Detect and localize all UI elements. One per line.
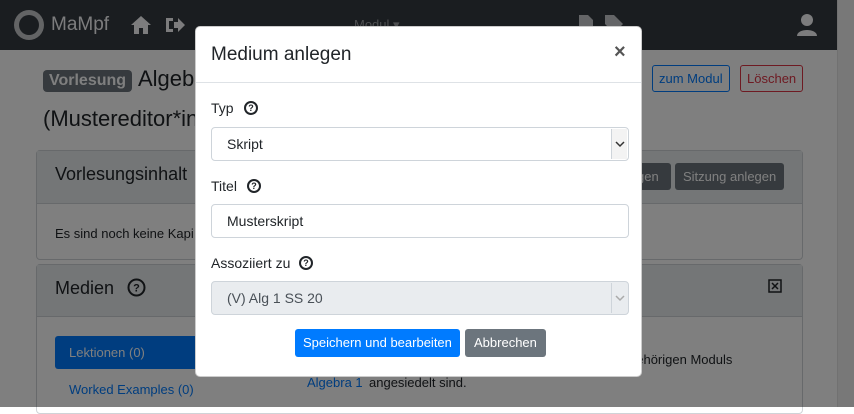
help-icon[interactable]: ? <box>244 101 258 115</box>
type-select-value: Skript <box>227 136 263 152</box>
type-select[interactable]: Skript <box>211 127 629 161</box>
associated-label: Assoziiert zu <box>211 255 291 271</box>
title-label: Titel <box>211 178 237 194</box>
title-input[interactable]: Musterskript <box>211 204 629 238</box>
save-and-edit-button[interactable]: Speichern und bearbeiten <box>295 329 460 357</box>
chevron-down-icon <box>611 129 627 159</box>
associated-select-value: (V) Alg 1 SS 20 <box>227 290 323 306</box>
chevron-down-icon <box>611 283 627 313</box>
cancel-button[interactable]: Abbrechen <box>465 329 546 357</box>
title-input-value: Musterskript <box>227 213 304 229</box>
modal-header: Medium anlegen × <box>196 27 641 83</box>
close-icon[interactable]: × <box>614 42 626 62</box>
help-icon[interactable]: ? <box>299 256 313 270</box>
help-icon[interactable]: ? <box>247 179 261 193</box>
create-medium-modal: Medium anlegen × Typ ? Skript Titel ? Mu… <box>195 26 642 377</box>
modal-title: Medium anlegen <box>211 44 352 65</box>
type-label: Typ <box>211 100 234 116</box>
associated-select: (V) Alg 1 SS 20 <box>211 281 629 315</box>
